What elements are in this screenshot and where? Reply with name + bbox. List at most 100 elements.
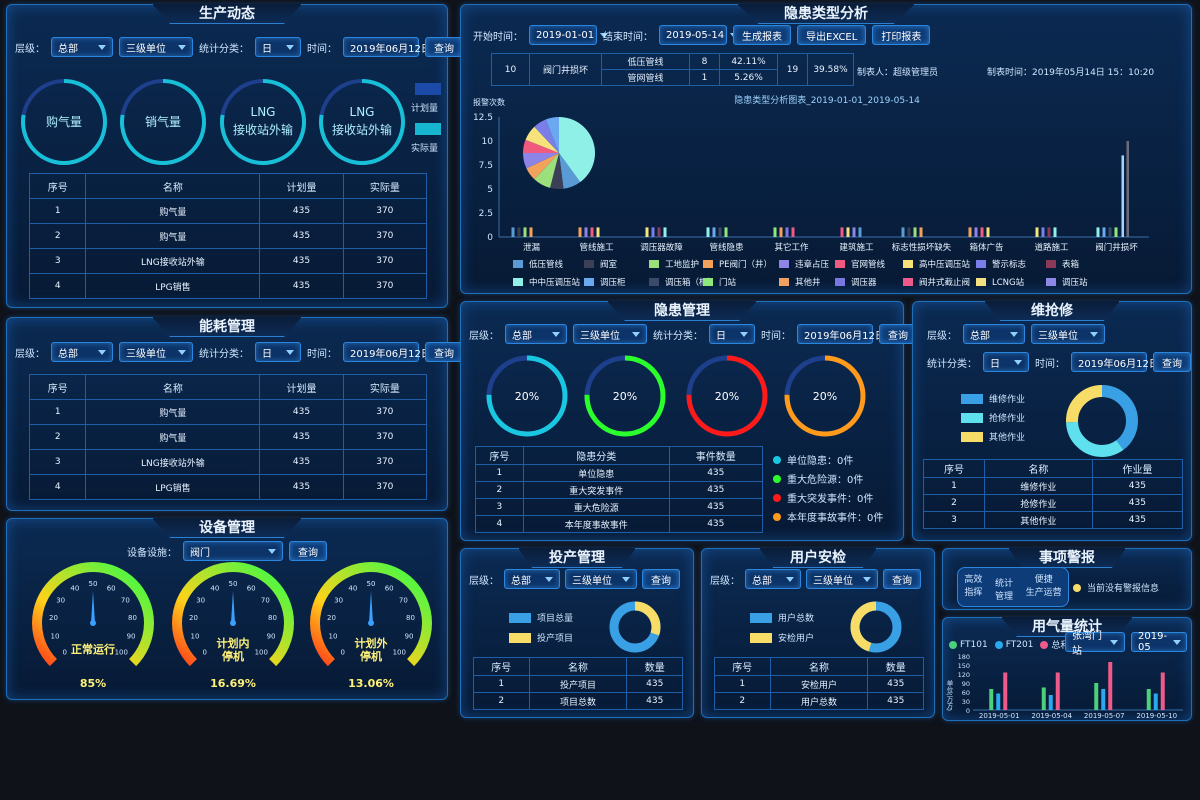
legend-label: 调压站 [1062, 277, 1088, 288]
end-date-select[interactable]: 2019-05-14 [659, 25, 739, 45]
station-select[interactable]: 张湾门站 [1065, 631, 1125, 657]
gauge-tick-label: 50 [229, 580, 238, 588]
filter-bar: 设备设施： 阀门 查询 [127, 541, 327, 561]
table-row: 2 用户总数 435 [714, 692, 924, 710]
x-tick-label: 管线施工 [579, 242, 614, 253]
ring-percent: 20% [715, 390, 739, 403]
unit-select[interactable]: 三级单位 [573, 324, 647, 344]
date-input[interactable]: 2019年06月12日 [1071, 352, 1159, 372]
chevron-down-icon [178, 44, 186, 50]
level-select[interactable]: 总部 [745, 569, 801, 589]
bar [846, 227, 850, 237]
month-select[interactable]: 2019-05 [1131, 631, 1187, 653]
chevron-down-icon [1110, 639, 1118, 645]
start-date-select[interactable]: 2019-01-01 [529, 25, 609, 45]
gauge-tick-label: 90 [127, 632, 136, 640]
chevron-down-icon [286, 44, 294, 50]
device-select[interactable]: 阀门 [183, 541, 283, 561]
user-donut [850, 601, 902, 653]
bar [1035, 227, 1039, 237]
filter-bar-2: 统计分类： 日 时间： 2019年06月12日 查询 [927, 352, 1191, 372]
legend-label: 工地监护 [665, 259, 699, 270]
repair-donut [1066, 385, 1138, 457]
bar [1108, 227, 1112, 237]
bar [989, 689, 994, 710]
pie-chart [523, 117, 595, 189]
level-select[interactable]: 总部 [505, 324, 567, 344]
gauge-tick-label: 100 [393, 648, 406, 656]
bar [913, 227, 917, 237]
level-select[interactable]: 总部 [504, 569, 560, 589]
invest-donut [609, 601, 661, 653]
gauge-label: 正常运行 [71, 642, 115, 656]
legend-item: 维修作业 [961, 392, 1025, 405]
date-input[interactable]: 2019年06月12日 [797, 324, 885, 344]
ring-lng-1: LNG 接收站外输 [220, 79, 306, 165]
production-investment-panel: 投产管理 层级： 总部 三级单位 查询 项目总量 投产项目 序号 名称 数量 1 投产… [460, 548, 694, 718]
query-button[interactable]: 查询 [289, 541, 327, 561]
level-label: 层级： [15, 43, 45, 55]
ring-percent: 20% [813, 390, 837, 403]
query-button[interactable]: 查询 [642, 569, 680, 589]
table-row: 3 重大危险源 435 [475, 498, 764, 516]
unit-select[interactable]: 三级单位 [119, 37, 193, 57]
chevron-down-icon [1010, 331, 1018, 337]
query-button[interactable]: 查询 [425, 37, 463, 57]
query-button[interactable]: 查询 [883, 569, 921, 589]
level-select[interactable]: 总部 [51, 342, 113, 362]
bar [858, 227, 862, 237]
unit-select[interactable]: 三级单位 [1031, 324, 1105, 344]
bar [986, 227, 990, 237]
legend-swatch [976, 260, 986, 268]
level-select[interactable]: 总部 [51, 37, 113, 57]
bar [645, 227, 649, 237]
print-report-button[interactable]: 打印报表 [872, 25, 931, 45]
legend-label: PE阀门（井） [719, 259, 772, 270]
stat-select[interactable]: 日 [255, 342, 301, 362]
chevron-down-icon [632, 331, 640, 337]
legend-swatch [513, 260, 523, 268]
bar [529, 227, 533, 237]
panel-title: 设备管理 [152, 518, 302, 538]
production-panel: 生产动态 层级： 总部 三级单位 统计分类： 日 时间： 2019年06月12日… [6, 4, 463, 308]
bar [1041, 227, 1045, 237]
bar [590, 227, 594, 237]
legend-item: 安检用户 [750, 631, 814, 644]
stat-select[interactable]: 日 [709, 324, 755, 344]
export-excel-button[interactable]: 导出EXCEL [797, 25, 867, 45]
y-tick-label: 12.5 [473, 113, 493, 123]
legend-label: 其他井 [795, 277, 821, 288]
unit-select[interactable]: 三级单位 [565, 569, 637, 589]
filter-bar-1: 层级： 总部 三级单位 [927, 324, 1105, 344]
unit-select[interactable]: 三级单位 [806, 569, 878, 589]
y-unit-label: 单位(万方) [945, 679, 953, 711]
query-button[interactable]: 查询 [425, 342, 463, 362]
date-input[interactable]: 2019年06月12日 [343, 37, 431, 57]
chevron-down-icon [268, 548, 276, 554]
x-tick-label: 2019-05-10 [1136, 712, 1177, 720]
date-input[interactable]: 2019年06月12日 [343, 342, 431, 362]
stat-select[interactable]: 日 [983, 352, 1029, 372]
bar [791, 227, 795, 237]
table-row: 2 购气量 435 370 [28, 223, 428, 249]
bar [657, 227, 661, 237]
level-select[interactable]: 总部 [963, 324, 1025, 344]
legend-swatch [703, 260, 713, 268]
gauge-tick-label: 80 [406, 614, 415, 622]
y-tick-label: 30 [962, 698, 970, 706]
gauge-tick-label: 50 [367, 580, 376, 588]
ring-percent: 20% [515, 390, 539, 403]
bar [523, 227, 527, 237]
time-label: 时间： [307, 43, 337, 55]
stat-select[interactable]: 日 [255, 37, 301, 57]
legend-swatch [584, 260, 594, 268]
chevron-down-icon [545, 576, 553, 582]
bar [919, 227, 923, 237]
unit-select[interactable]: 三级单位 [119, 342, 193, 362]
gauge-needle [369, 591, 373, 623]
x-tick-label: 道路施工 [1034, 242, 1069, 253]
generate-report-button[interactable]: 生成报表 [733, 25, 791, 45]
query-button[interactable]: 查询 [1153, 352, 1191, 372]
ring-lng-2: LNG 接收站外输 [319, 79, 405, 165]
legend-item: 其他作业 [961, 430, 1025, 443]
